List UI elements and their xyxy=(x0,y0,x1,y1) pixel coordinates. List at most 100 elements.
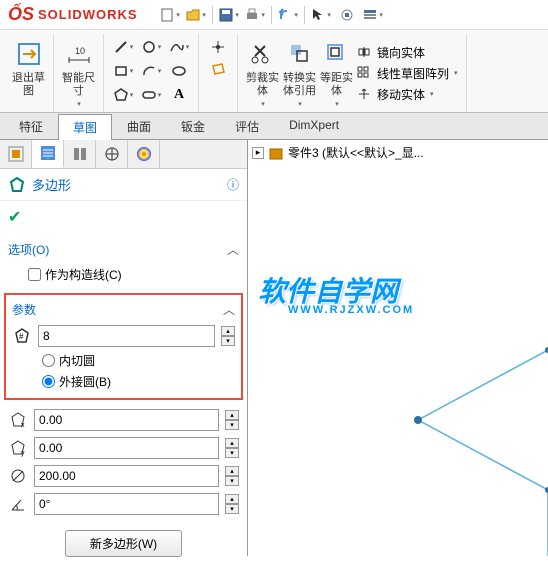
exit-sketch-button[interactable]: 退出草 图 xyxy=(10,36,47,100)
select-button[interactable] xyxy=(309,3,333,27)
sides-input[interactable] xyxy=(38,325,215,347)
tab-sketch[interactable]: 草图 xyxy=(58,114,112,140)
spin-up[interactable]: ▴ xyxy=(225,494,239,504)
ribbon: 退出草 图 10 智能尺 寸 A 剪裁实 体 转换实 xyxy=(0,30,548,113)
inscribed-radio[interactable] xyxy=(42,354,55,367)
spin-up[interactable]: ▴ xyxy=(225,410,239,420)
arc-tool[interactable] xyxy=(138,60,164,82)
print-button[interactable] xyxy=(243,3,267,27)
save-button[interactable] xyxy=(217,3,241,27)
separator xyxy=(304,6,305,24)
rectangle-tool[interactable] xyxy=(110,60,136,82)
linear-pattern-button[interactable]: 线性草图阵列 xyxy=(355,63,460,84)
circumscribed-radio[interactable] xyxy=(42,375,55,388)
construction-checkbox[interactable] xyxy=(28,268,41,281)
ribbon-group-sketch: 退出草 图 xyxy=(4,34,54,112)
help-icon[interactable]: ⓘ xyxy=(227,176,239,193)
quick-access-toolbar xyxy=(158,3,385,27)
spin-up[interactable]: ▴ xyxy=(225,466,239,476)
convert-button[interactable]: 转换实 体引用 xyxy=(281,36,318,110)
spin-up[interactable]: ▴ xyxy=(225,438,239,448)
panel-tab-featuretree[interactable] xyxy=(0,140,32,168)
ok-button[interactable]: ✔ xyxy=(8,209,21,226)
ellipse-tool[interactable] xyxy=(166,60,192,82)
circle-tool[interactable] xyxy=(138,36,164,58)
new-polygon-button[interactable]: 新多边形(W) xyxy=(65,530,182,557)
separator xyxy=(212,6,213,24)
svg-text:y: y xyxy=(21,450,25,457)
ribbon-group-point xyxy=(199,34,238,112)
polygon-icon xyxy=(8,176,26,194)
logo-ds-icon: ỐS xyxy=(8,4,34,25)
spin-down[interactable]: ▾ xyxy=(221,336,235,346)
point-tool[interactable] xyxy=(205,36,231,58)
confirm-row: ✔ xyxy=(0,201,247,233)
options-button[interactable] xyxy=(361,3,385,27)
x-input[interactable] xyxy=(34,409,219,431)
sides-spinner: ▴ ▾ xyxy=(221,326,235,346)
panel-tab-propertymanager[interactable] xyxy=(32,140,64,168)
offset-button[interactable]: 等距实 体 xyxy=(318,36,355,110)
polygon-tool[interactable] xyxy=(110,84,136,106)
spin-down[interactable]: ▾ xyxy=(225,476,239,486)
coords-section: x ▴▾ y ▴▾ ▴▾ ▴▾ xyxy=(0,402,247,522)
smart-dimension-button[interactable]: 10 智能尺 寸 xyxy=(60,36,97,110)
move-button[interactable]: 移动实体 xyxy=(355,84,460,105)
new-file-button[interactable] xyxy=(158,3,182,27)
params-header[interactable]: 参数 ︿ xyxy=(12,301,235,322)
diameter-row: ▴▾ xyxy=(8,462,239,490)
chevron-up-icon: ︿ xyxy=(227,241,239,258)
spline-tool[interactable] xyxy=(166,36,192,58)
ribbon-group-draw: A xyxy=(104,34,199,112)
undo-button[interactable] xyxy=(276,3,300,27)
inscribed-label[interactable]: 内切圆 xyxy=(59,352,95,369)
spin-up[interactable]: ▴ xyxy=(221,326,235,336)
options-section: 选项(O) ︿ 作为构造线(C) xyxy=(0,233,247,291)
mirror-button[interactable]: 镜向实体 xyxy=(355,42,460,63)
x-coord-icon: x xyxy=(8,410,28,430)
property-panel: 多边形 ⓘ ✔ 选项(O) ︿ 作为构造线(C) 参数 ︿ # xyxy=(0,140,248,556)
app-logo: ỐS SOLIDWORKS xyxy=(8,4,138,25)
options-header[interactable]: 选项(O) ︿ xyxy=(8,237,239,262)
svg-text:#: # xyxy=(19,332,24,341)
tab-features[interactable]: 特征 xyxy=(4,113,58,139)
feature-title: 多边形 xyxy=(32,175,221,194)
spin-down[interactable]: ▾ xyxy=(225,504,239,514)
tab-sheetmetal[interactable]: 钣金 xyxy=(166,113,220,139)
open-file-button[interactable] xyxy=(184,3,208,27)
x-row: x ▴▾ xyxy=(8,406,239,434)
tab-evaluate[interactable]: 评估 xyxy=(220,113,274,139)
text-tool[interactable]: A xyxy=(166,84,192,106)
tab-surfaces[interactable]: 曲面 xyxy=(112,113,166,139)
spin-down[interactable]: ▾ xyxy=(225,420,239,430)
angle-icon xyxy=(8,494,28,514)
construction-label[interactable]: 作为构造线(C) xyxy=(45,266,122,283)
diameter-input[interactable] xyxy=(34,465,219,487)
circumscribed-radio-row: 外接圆(B) xyxy=(12,371,235,392)
svg-text:10: 10 xyxy=(75,46,85,56)
panel-tab-appearance[interactable] xyxy=(128,140,160,168)
tab-dimxpert[interactable]: DimXpert xyxy=(274,113,354,139)
y-row: y ▴▾ xyxy=(8,434,239,462)
feature-header: 多边形 ⓘ xyxy=(0,169,247,201)
slot-tool[interactable] xyxy=(138,84,164,106)
y-coord-icon: y xyxy=(8,438,28,458)
ribbon-group-dim: 10 智能尺 寸 xyxy=(54,34,104,112)
line-tool[interactable] xyxy=(110,36,136,58)
main-area: 多边形 ⓘ ✔ 选项(O) ︿ 作为构造线(C) 参数 ︿ # xyxy=(0,140,548,556)
panel-tab-dimxpert[interactable] xyxy=(96,140,128,168)
inscribed-radio-row: 内切圆 xyxy=(12,350,235,371)
y-input[interactable] xyxy=(34,437,219,459)
circumscribed-label[interactable]: 外接圆(B) xyxy=(59,373,111,390)
command-tabs: 特征 草图 曲面 钣金 评估 DimXpert xyxy=(0,113,548,140)
logo-text: SOLIDWORKS xyxy=(38,7,138,22)
ribbon-group-modify: 剪裁实 体 转换实 体引用 等距实 体 镜向实体 线性草图阵列 移动实体 xyxy=(238,34,467,112)
rebuild-button[interactable] xyxy=(335,3,359,27)
trim-button[interactable]: 剪裁实 体 xyxy=(244,36,281,110)
spin-down[interactable]: ▾ xyxy=(225,448,239,458)
angle-input[interactable] xyxy=(34,493,219,515)
panel-tab-config[interactable] xyxy=(64,140,96,168)
plane-tool[interactable] xyxy=(205,58,231,80)
separator xyxy=(271,6,272,24)
graphics-canvas[interactable]: ▸ 零件3 (默认<<默认>_显... 软件自学网 WWW.RJZXW.COM xyxy=(248,140,548,556)
